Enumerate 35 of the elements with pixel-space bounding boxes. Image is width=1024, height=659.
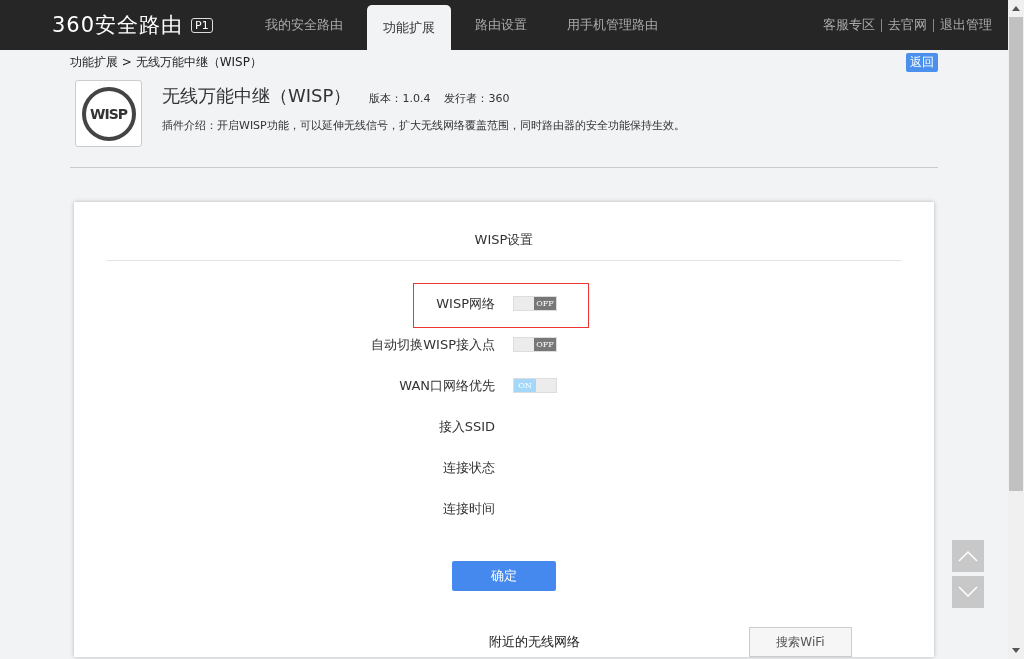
header-link[interactable]: 退出管理 [940,16,992,34]
setting-label: 连接状态 [442,458,495,477]
card-title: WISP设置 [106,202,902,261]
scrollbar[interactable] [1008,0,1024,659]
nav-tab[interactable]: 功能扩展 [366,5,451,50]
logo: 360安全路由 [52,12,184,39]
scroll-up-button[interactable] [952,540,984,572]
chevron-up-icon [958,550,978,562]
setting-label: WISP网络 [435,294,495,313]
scroll-down-button[interactable] [952,576,984,608]
plugin-description: 插件介绍：开启WISP功能，可以延伸无线信号，扩大无线网络覆盖范围，同时路由器的安全功能保持生效。 [162,118,685,133]
setting-label: 自动切换WISP接入点 [370,335,495,354]
icon-text: WISP [90,105,127,122]
nav-tab[interactable]: 我的安全路由 [248,0,359,50]
arrow-down-icon [1012,648,1020,653]
publisher-text: 发行者：360 [444,91,510,106]
scroll-thumb[interactable] [1009,17,1023,491]
toggle-switch[interactable]: OFF [513,337,557,352]
breadcrumb: 功能扩展 > 无线万能中继（WISP） [70,53,262,71]
setting-label: 连接时间 [442,499,495,518]
nav-tab[interactable]: 路由设置 [458,0,543,50]
section-title: 附近的无线网络 [489,633,580,651]
search-wifi-button[interactable]: 搜索WiFi [749,627,852,657]
confirm-button[interactable]: 确定 [452,561,556,591]
toggle-switch[interactable]: OFF [513,296,557,311]
model-badge: P1 [191,17,213,33]
chevron-down-icon [958,586,978,598]
version-text: 版本：1.0.4 [369,91,431,106]
header-link[interactable]: 去官网 [888,16,927,34]
plugin-title: 无线万能中继（WISP） [162,84,352,108]
nav-tab[interactable]: 用手机管理路由 [550,0,674,50]
setting-label: WAN口网络优先 [398,376,495,395]
setting-label: 接入SSID [437,417,495,436]
header-link[interactable]: 客服专区 [823,16,875,34]
arrow-up-icon [1012,6,1020,11]
